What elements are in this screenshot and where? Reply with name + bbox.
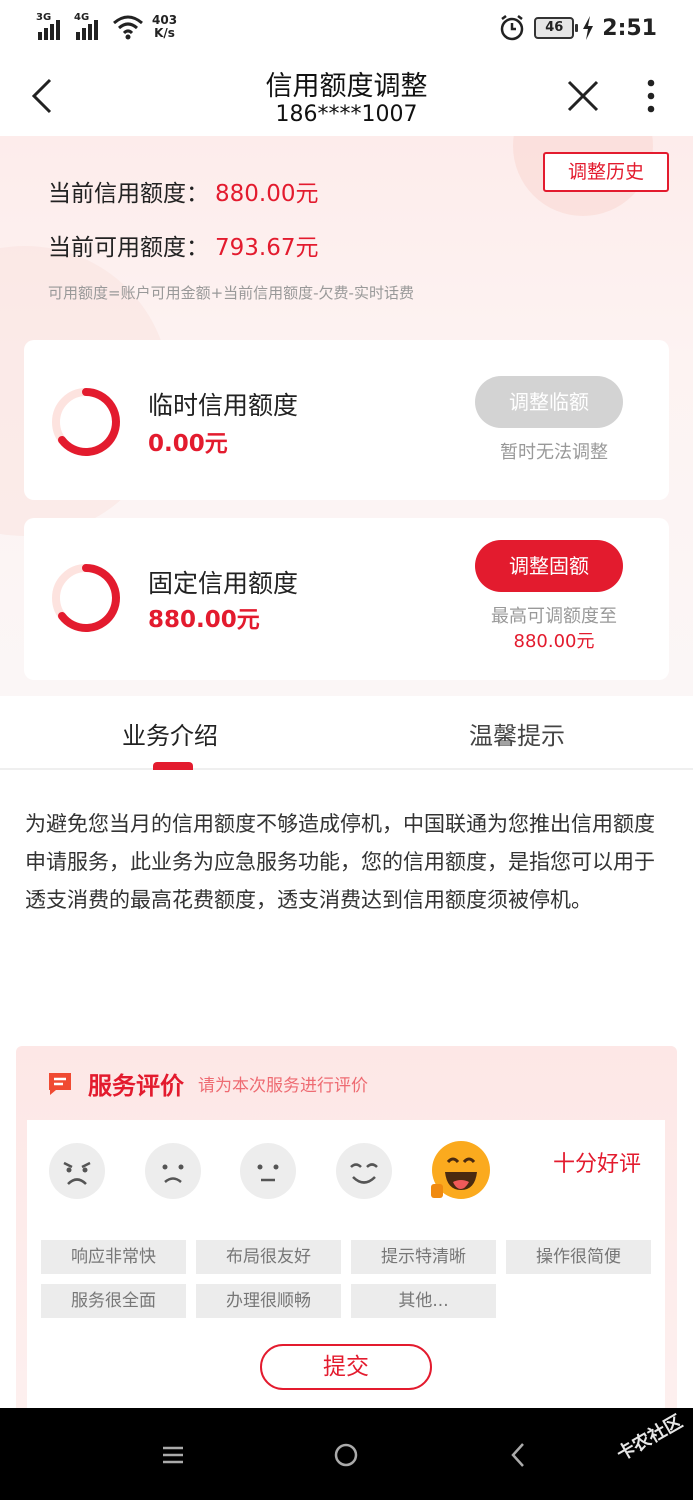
current-credit-label: 当前信用额度：: [48, 181, 209, 207]
signal-sim2-icon: 4G: [74, 12, 104, 40]
credit-formula: 可用额度=账户可用金额+当前信用额度-欠费-实时话费: [48, 284, 414, 302]
page-header: 信用额度调整 186****1007: [0, 58, 693, 136]
network-speed: 403 K/s: [152, 14, 177, 40]
evaluation-tag[interactable]: 办理很顺畅: [196, 1284, 341, 1318]
current-credit-value: 880.00元: [215, 181, 319, 207]
available-credit-line: 当前可用额度： 793.67元: [48, 228, 318, 262]
business-intro-text: 为避免您当月的信用额度不够造成停机，中国联通为您推出信用额度申请服务，此业务为应…: [25, 812, 655, 912]
dissatisfied-face-icon[interactable]: [144, 1142, 202, 1200]
very-satisfied-face-icon[interactable]: [429, 1140, 491, 1202]
more-vertical-icon: [647, 79, 655, 113]
very-dissatisfied-face-icon[interactable]: [48, 1142, 106, 1200]
system-back-button[interactable]: [498, 1438, 538, 1472]
temp-credit-title: 临时信用额度: [148, 391, 299, 420]
fixed-credit-max-value: 880.00元: [513, 631, 595, 652]
evaluation-tag[interactable]: 提示特清晰: [351, 1240, 496, 1274]
more-menu-button[interactable]: [629, 74, 673, 118]
adjust-fixed-credit-button[interactable]: 调整固额: [475, 540, 623, 592]
fixed-credit-note: 最高可调额度至 880.00元: [459, 604, 649, 654]
temp-credit-value: 0.00元: [148, 431, 228, 457]
active-tab-indicator: [153, 762, 193, 770]
evaluation-tag[interactable]: 其他...: [351, 1284, 496, 1318]
message-icon: [49, 1072, 71, 1095]
menu-icon: [163, 1446, 183, 1464]
close-button[interactable]: [561, 74, 605, 118]
alarm-icon: [501, 15, 524, 41]
recent-apps-button[interactable]: [153, 1438, 193, 1472]
neutral-face-icon[interactable]: [239, 1142, 297, 1200]
evaluation-body: 十分好评 响应非常快 布局很友好 提示特清晰 操作很简便 服务很全面 办理很顺畅…: [27, 1120, 665, 1426]
adjust-history-button[interactable]: 调整历史: [543, 152, 669, 192]
current-credit-line: 当前信用额度： 880.00元: [48, 174, 318, 208]
home-circle-icon: [334, 1443, 358, 1467]
wifi-icon: [113, 15, 143, 40]
adjust-temp-credit-button[interactable]: 调整临额: [475, 376, 623, 428]
battery-icon: 46: [534, 17, 579, 39]
tab-tips[interactable]: 温馨提示: [469, 716, 565, 751]
fixed-credit-value: 880.00元: [148, 607, 260, 633]
evaluation-title: 服务评价: [88, 1072, 184, 1100]
back-triangle-icon: [511, 1443, 524, 1467]
clock-time: 2:51: [602, 15, 657, 41]
close-icon: [567, 80, 599, 112]
evaluation-subtitle: 请为本次服务进行评价: [198, 1076, 368, 1096]
rating-text: 十分好评: [552, 1152, 641, 1177]
submit-evaluation-button[interactable]: 提交: [260, 1344, 432, 1390]
temp-credit-note: 暂时无法调整: [500, 442, 608, 463]
system-nav-bar: 卡农社区: [0, 1408, 693, 1500]
evaluation-tag[interactable]: 响应非常快: [41, 1240, 186, 1274]
signal-sim1-icon: 3G: [36, 12, 66, 40]
fixed-credit-title: 固定信用额度: [148, 569, 299, 598]
fixed-credit-card: 固定信用额度 880.00元 调整固额 最高可调额度至 880.00元: [24, 518, 669, 680]
status-bar: 3G 4G 403 K/s 46 2:51: [0, 0, 693, 58]
satisfied-face-icon[interactable]: [335, 1142, 393, 1200]
credit-summary: 调整历史 当前信用额度： 880.00元 当前可用额度： 793.67元 可用额度=…: [0, 136, 693, 696]
fixed-credit-note-text: 最高可调额度至: [491, 606, 617, 627]
available-credit-value: 793.67元: [215, 235, 319, 261]
home-button[interactable]: [326, 1438, 366, 1472]
fixed-credit-ring-icon: [52, 564, 120, 632]
evaluation-tag[interactable]: 操作很简便: [506, 1240, 651, 1274]
network-speed-unit: K/s: [154, 26, 175, 40]
watermark-logo: 卡农社区: [613, 1411, 687, 1466]
service-evaluation: 服务评价 请为本次服务进行评价 十分好评 响应非常快 布局很友好 提示特清晰 操…: [16, 1046, 677, 1426]
tab-business-intro[interactable]: 业务介绍: [122, 716, 218, 751]
charging-icon: [583, 16, 594, 40]
temp-credit-card: 临时信用额度 0.00元 调整临额 暂时无法调整: [24, 340, 669, 500]
available-credit-label: 当前可用额度：: [48, 235, 209, 261]
evaluation-header: 服务评价 请为本次服务进行评价: [46, 1066, 368, 1101]
evaluation-tag[interactable]: 服务很全面: [41, 1284, 186, 1318]
evaluation-tag[interactable]: 布局很友好: [196, 1240, 341, 1274]
evaluation-tags: 响应非常快 布局很友好 提示特清晰 操作很简便 服务很全面 办理很顺畅 其他..…: [41, 1240, 653, 1318]
info-tabs: 业务介绍 温馨提示: [0, 700, 693, 770]
temp-credit-ring-icon: [52, 388, 120, 456]
